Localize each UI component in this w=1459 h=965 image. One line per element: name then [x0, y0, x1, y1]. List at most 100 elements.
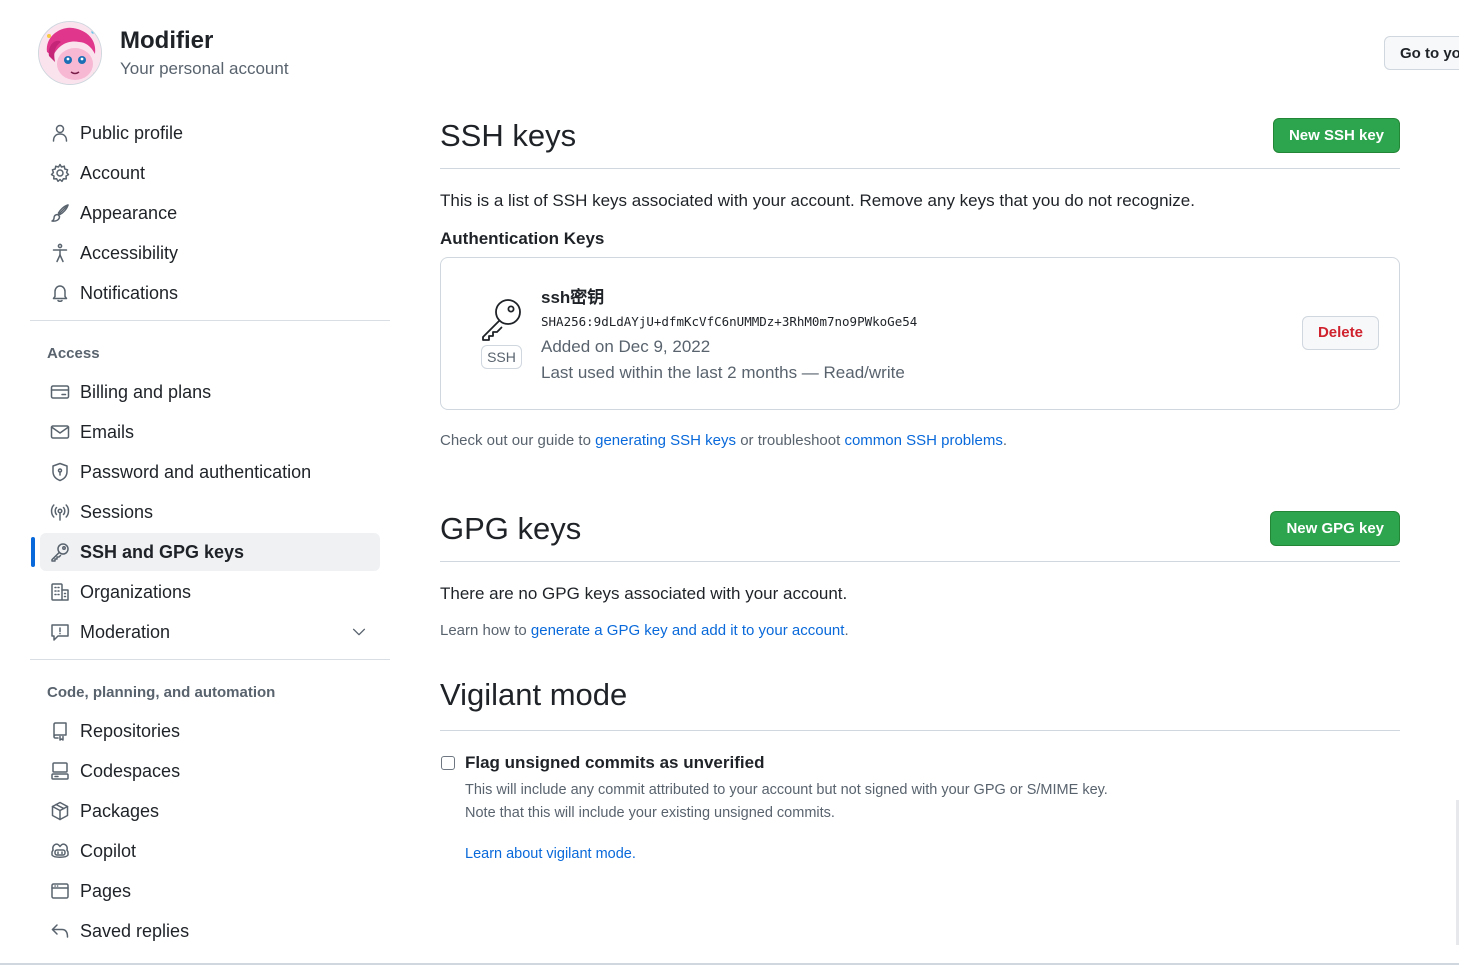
sidebar-item-accessibility[interactable]: Accessibility [40, 234, 380, 272]
sidebar-item-emails[interactable]: Emails [40, 413, 380, 451]
ssh-guide-suffix: . [1002, 432, 1007, 449]
ssh-keys-description: This is a list of SSH keys associated wi… [440, 191, 1195, 210]
gpg-learn-prefix: Learn how to [440, 622, 531, 639]
sidebar-item-ssh-gpg-keys[interactable]: SSH and GPG keys [31, 533, 380, 571]
sidebar-item-billing[interactable]: Billing and plans [40, 373, 380, 411]
gpg-learn-suffix: . [844, 622, 849, 639]
ssh-keys-title: SSH keys [440, 118, 577, 153]
chevron-down-icon[interactable] [350, 623, 368, 641]
sidebar-item-label: Codespaces [80, 760, 181, 781]
vigilant-mode-description: This will include any commit attributed … [465, 779, 1108, 825]
sidebar-item-label: Sessions [80, 501, 154, 522]
reply-icon [51, 924, 69, 938]
avatar[interactable] [38, 21, 102, 85]
sidebar-item-repositories[interactable]: Repositories [40, 712, 380, 750]
sidebar-item-label: Notifications [80, 282, 179, 303]
sidebar-item-label: Emails [80, 421, 135, 442]
sidebar-item-pages[interactable]: Pages [40, 872, 380, 910]
new-gpg-key-button[interactable]: New GPG key [1270, 511, 1400, 546]
ssh-keys-section: SSH keys New SSH key This is a list of S… [440, 100, 1400, 449]
user-name[interactable]: Modifier [120, 26, 289, 56]
flag-unsigned-commits-checkbox[interactable] [441, 756, 455, 770]
sidebar-item-label: Saved replies [80, 920, 190, 941]
go-to-profile-button[interactable]: Go to yo [1384, 36, 1459, 70]
sidebar-item-codespaces[interactable]: Codespaces [40, 752, 380, 790]
sidebar-group-title-code: Code, planning, and automation [47, 684, 276, 701]
report-icon [51, 624, 69, 641]
ssh-guide-note: Check out our guide to generating SSH ke… [440, 432, 1400, 449]
gpg-learn-note: Learn how to generate a GPG key and add … [440, 622, 1400, 639]
gpg-empty-message: There are no GPG keys associated with yo… [440, 584, 848, 603]
paintbrush-icon [51, 204, 69, 222]
person-icon [52, 124, 68, 142]
common-ssh-problems-link[interactable]: common SSH problems [844, 432, 1002, 449]
ssh-key-fingerprint: SHA256:9dLdAYjU+dfmKcVfC6nUMMDz+3RhM0m7n… [541, 314, 918, 329]
learn-vigilant-mode-link[interactable]: Learn about vigilant mode. [465, 846, 636, 862]
broadcast-icon [50, 504, 70, 521]
gpg-keys-title: GPG keys [440, 511, 582, 546]
sidebar-item-label: Account [80, 162, 146, 183]
copilot-icon [51, 843, 69, 858]
sidebar-divider [30, 659, 390, 660]
bell-icon [52, 285, 68, 302]
sidebar-item-sessions[interactable]: Sessions [40, 493, 380, 531]
ssh-key-name: ssh密钥 [541, 288, 605, 307]
credit-card-icon [50, 385, 70, 399]
sidebar-item-public-profile[interactable]: Public profile [40, 114, 380, 152]
generating-ssh-keys-link[interactable]: generating SSH keys [595, 432, 736, 449]
key-icon [479, 296, 525, 342]
sidebar-item-label: Appearance [80, 202, 178, 223]
vigilant-desc-line-1: This will include any commit attributed … [465, 782, 1108, 798]
gpg-keys-section: GPG keys New GPG key There are no GPG ke… [440, 493, 1400, 639]
ssh-key-last-used: Last used within the last 2 months — Rea… [541, 363, 905, 382]
sidebar-item-copilot[interactable]: Copilot [40, 832, 380, 870]
sidebar-item-packages[interactable]: Packages [40, 792, 380, 830]
main-content: SSH keys New SSH key This is a list of S… [440, 100, 1400, 875]
sidebar-divider [30, 320, 390, 321]
settings-sidebar: Public profile Account Appearance Access… [30, 112, 390, 952]
authentication-keys-heading: Authentication Keys [440, 229, 605, 248]
flag-unsigned-commits-label[interactable]: Flag unsigned commits as unverified [465, 753, 764, 773]
ssh-guide-middle: or troubleshoot [736, 432, 845, 449]
vigilant-mode-option: Flag unsigned commits as unverified This… [440, 753, 1400, 875]
browser-icon [51, 883, 69, 899]
sidebar-item-notifications[interactable]: Notifications [40, 274, 380, 312]
account-header: Modifier Your personal account [38, 20, 289, 86]
generate-gpg-key-link[interactable]: generate a GPG key and add it to your ac… [531, 622, 845, 639]
repo-icon [53, 722, 67, 741]
sidebar-item-organizations[interactable]: Organizations [40, 573, 380, 611]
sidebar-item-label: Public profile [80, 122, 184, 143]
sidebar-item-label: Accessibility [80, 242, 179, 263]
sidebar-group-title-access: Access [47, 345, 100, 362]
delete-key-button[interactable]: Delete [1301, 316, 1379, 350]
accessibility-icon [52, 243, 68, 263]
codespaces-icon [51, 762, 69, 780]
mail-icon [50, 425, 70, 439]
sidebar-item-label: Pages [80, 880, 132, 901]
sidebar-item-account[interactable]: Account [40, 154, 380, 192]
new-ssh-key-button[interactable]: New SSH key [1272, 118, 1400, 153]
sidebar-item-label: SSH and GPG keys [80, 541, 245, 562]
organization-icon [51, 583, 69, 601]
sidebar-item-label: Copilot [80, 840, 137, 861]
sidebar-item-label: Organizations [80, 581, 192, 602]
key-icon [51, 543, 69, 562]
sidebar-item-label: Packages [80, 800, 160, 821]
vigilant-mode-section: Vigilant mode Flag unsigned commits as u… [440, 677, 1400, 875]
ssh-guide-prefix: Check out our guide to [440, 432, 596, 449]
ssh-key-item: SSH ssh密钥 SHA256:9dLdAYjU+dfmKcVfC6nUMMD… [440, 257, 1400, 410]
vigilant-mode-title: Vigilant mode [440, 677, 628, 712]
sidebar-item-moderation[interactable]: Moderation [40, 613, 380, 651]
account-type-label: Your personal account [120, 59, 289, 78]
gear-icon [50, 163, 70, 183]
sidebar-item-saved-replies[interactable]: Saved replies [40, 912, 380, 950]
ssh-key-added-date: Added on Dec 9, 2022 [541, 337, 711, 356]
package-icon [51, 801, 69, 821]
sidebar-item-label: Repositories [80, 720, 181, 741]
ssh-keys-header: SSH keys New SSH key [440, 100, 1400, 169]
sidebar-item-label: Billing and plans [80, 381, 212, 402]
sidebar-item-password-auth[interactable]: Password and authentication [40, 453, 380, 491]
sidebar-item-label: Password and authentication [80, 461, 312, 482]
vigilant-desc-line-2: Note that this will include your existin… [465, 805, 835, 821]
sidebar-item-appearance[interactable]: Appearance [40, 194, 380, 232]
